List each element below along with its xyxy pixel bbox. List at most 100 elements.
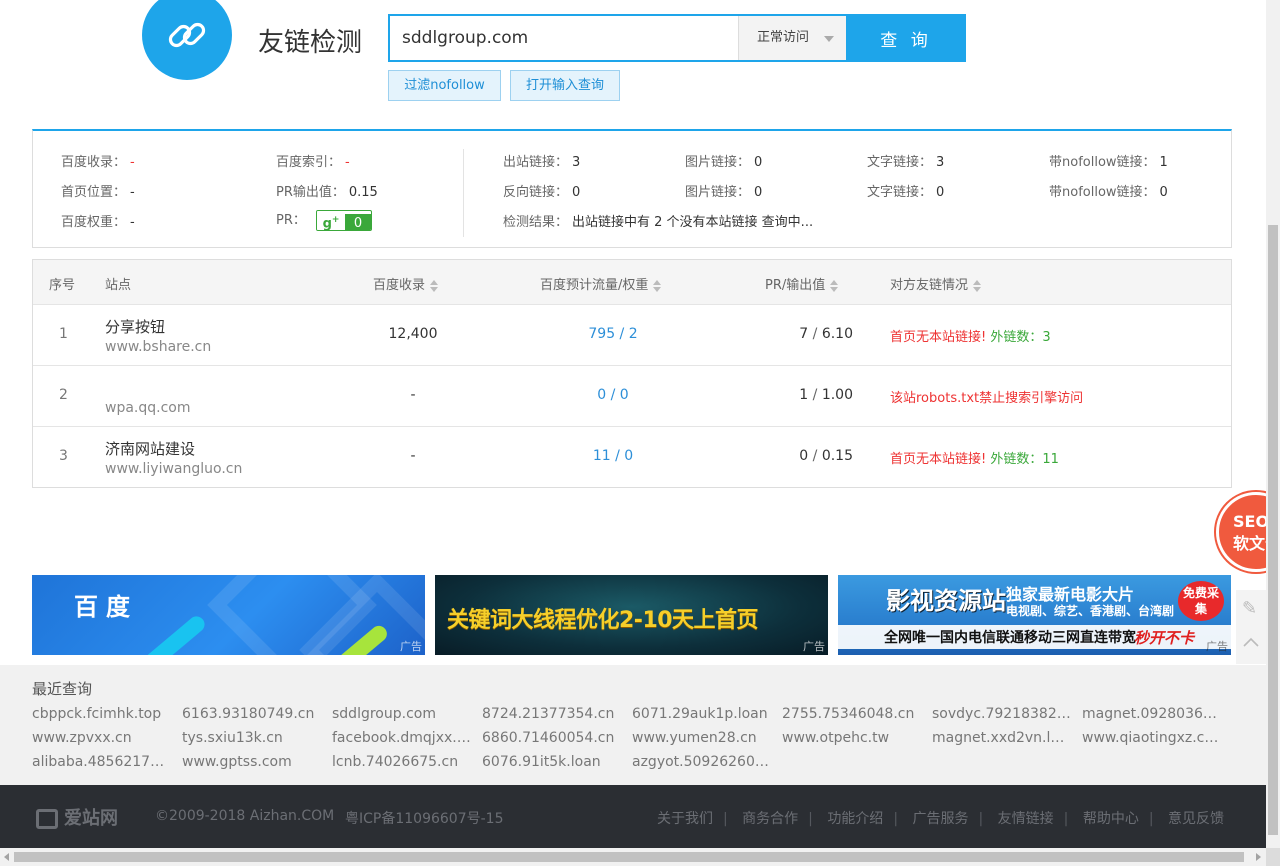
col-pr-output[interactable]: PR/输出值: [765, 274, 839, 293]
recent-query-link[interactable]: facebook.dmqjxx.l...: [332, 730, 472, 746]
recent-query-link[interactable]: magnet.xxd2vn.loan: [932, 730, 1072, 746]
site-domain[interactable]: www.bshare.cn: [105, 339, 211, 355]
baidu-index-value: -: [410, 448, 416, 464]
stat-pr-output: PR输出值： 0.15: [276, 185, 378, 200]
recent-query-link[interactable]: sddlgroup.com: [332, 706, 472, 722]
recent-query-link[interactable]: tys.sxiu13k.cn: [182, 730, 322, 746]
col-site: 站点: [105, 278, 132, 293]
pr-output-value: 1 / 1.00: [799, 387, 853, 403]
footer-logo-icon: [36, 809, 58, 829]
site-domain[interactable]: wpa.qq.com: [105, 400, 191, 416]
col-partner-status[interactable]: 对方友链情况: [890, 274, 982, 293]
ad-free-badge: 免费采集: [1178, 581, 1224, 621]
ad-banner-video[interactable]: 影视资源站 独家最新电影大片 电视剧、综艺、香港剧、台湾剧 免费采集 全网唯一国…: [838, 575, 1231, 655]
stat-out-links: 出站链接： 3: [503, 155, 581, 170]
ad-banner-baidu[interactable]: 百度 广告: [32, 575, 425, 655]
page-title: 友链检测: [258, 28, 363, 58]
side-toolbar: ✎: [1236, 590, 1266, 664]
recent-query-link[interactable]: 6860.71460054.cn: [482, 730, 622, 746]
recent-query-link[interactable]: 8724.21377354.cn: [482, 706, 622, 722]
traffic-weight-link[interactable]: 0 / 0: [533, 387, 693, 403]
pencil-icon[interactable]: ✎: [1242, 598, 1257, 619]
footer-link-ads[interactable]: 广告服务: [912, 811, 968, 827]
site-name[interactable]: 济南网站建设: [105, 438, 195, 459]
ad-text: 百度: [74, 593, 138, 621]
footer-icp[interactable]: 粤ICP备11096607号-15: [345, 808, 503, 828]
ad-banner-keyword[interactable]: 关键词大线程优化2-10天上首页 广告: [435, 575, 828, 655]
ad-text: 电视剧、综艺、香港剧、台湾剧: [1006, 604, 1175, 618]
site-name[interactable]: 分享按钮: [105, 316, 165, 337]
footer-copyright: ©2009-2018 Aizhan.COM: [155, 808, 335, 824]
recent-query-link[interactable]: www.gptss.com: [182, 754, 322, 770]
stat-text-links: 文字链接： 3: [867, 155, 945, 170]
recent-query-link[interactable]: lcnb.74026675.cn: [332, 754, 472, 770]
recent-query-link[interactable]: sovdyc.79218382.cn: [932, 706, 1072, 722]
recent-query-link[interactable]: alibaba.48562172.c...: [32, 754, 172, 770]
stat-back-links: 反向链接： 0: [503, 185, 581, 200]
table-row: 2 wpa.qq.com - 0 / 0 1 / 1.00 该站robots.t…: [33, 366, 1231, 427]
col-traffic-weight[interactable]: 百度预计流量/权重: [540, 274, 662, 293]
footer-link-features[interactable]: 功能介绍: [827, 811, 883, 827]
search-input[interactable]: [390, 16, 738, 60]
partner-status: 首页无本站链接! 外链数：11: [890, 452, 1059, 467]
ad-text: 全网唯一国内电信联通移动三网直连带宽: [884, 630, 1136, 646]
stat-baidu-weight: 百度权重： -: [61, 215, 135, 230]
row-index: 3: [59, 448, 68, 464]
recent-query-link[interactable]: 6163.93180749.cn: [182, 706, 322, 722]
recent-query-link[interactable]: www.zpvxx.cn: [32, 730, 172, 746]
recent-query-link[interactable]: 2755.75346048.cn: [782, 706, 922, 722]
google-plus-icon: g+: [317, 211, 346, 230]
sort-icon: [973, 279, 982, 293]
ad-text: 影视资源站: [886, 587, 1006, 615]
traffic-weight-link[interactable]: 795 / 2: [533, 326, 693, 342]
stat-pr: PR： g+ 0: [276, 209, 373, 231]
recent-query-link[interactable]: azgyot.50926260.cn: [632, 754, 772, 770]
footer-link-help[interactable]: 帮助中心: [1083, 811, 1139, 827]
row-index: 1: [59, 326, 68, 342]
baidu-index-value: -: [410, 387, 416, 403]
footer-link-friends[interactable]: 友情链接: [998, 811, 1054, 827]
horizontal-scrollbar[interactable]: [0, 848, 1266, 866]
filter-nofollow-button[interactable]: 过滤nofollow: [388, 70, 501, 101]
scroll-right-icon[interactable]: [1256, 853, 1261, 861]
access-mode-label: 正常访问: [757, 30, 810, 45]
recent-query-link[interactable]: 6071.29auk1p.loan: [632, 706, 772, 722]
query-button[interactable]: 查 询: [846, 14, 966, 62]
stat-nofollow-links-2: 带nofollow链接： 0: [1049, 185, 1168, 200]
baidu-index-value: 12,400: [388, 326, 438, 342]
footer-logo[interactable]: 爱站网: [36, 804, 118, 830]
site-domain[interactable]: www.liyiwangluo.cn: [105, 461, 242, 477]
footer-link-business[interactable]: 商务合作: [742, 811, 798, 827]
vertical-scrollbar[interactable]: [1266, 0, 1280, 848]
partner-status: 该站robots.txt禁止搜索引擎访问: [890, 391, 1084, 406]
table-row: 1 分享按钮 www.bshare.cn 12,400 795 / 2 7 / …: [33, 305, 1231, 366]
stat-baidu-search: 百度索引： -: [276, 155, 350, 170]
table-row: 3 济南网站建设 www.liyiwangluo.cn - 11 / 0 0 /…: [33, 427, 1231, 488]
stat-nofollow-links: 带nofollow链接： 1: [1049, 155, 1168, 170]
horizontal-scroll-thumb[interactable]: [14, 852, 1244, 862]
open-input-query-button[interactable]: 打开输入查询: [510, 70, 620, 101]
col-baidu-index[interactable]: 百度收录: [373, 274, 439, 293]
sort-icon: [653, 279, 662, 293]
recent-query-link[interactable]: www.yumen28.cn: [632, 730, 772, 746]
ad-tag: 广告: [1206, 640, 1228, 653]
footer-link-about[interactable]: 关于我们: [657, 811, 713, 827]
recent-query-link[interactable]: 6076.91it5k.loan: [482, 754, 622, 770]
stats-divider: [463, 149, 464, 237]
back-to-top-icon[interactable]: [1242, 634, 1260, 652]
chevron-down-icon: [824, 36, 834, 42]
vertical-scroll-thumb[interactable]: [1268, 225, 1278, 835]
ad-tag: 广告: [400, 640, 422, 653]
ad-text: 秒开不卡: [1134, 629, 1195, 647]
recent-query-link[interactable]: magnet.09280361....: [1082, 706, 1222, 722]
recent-query-link[interactable]: cbppck.fcimhk.top: [32, 706, 172, 722]
pr-badge: g+ 0: [316, 210, 373, 231]
traffic-weight-link[interactable]: 11 / 0: [533, 448, 693, 464]
stat-home-position: 首页位置： -: [61, 185, 135, 200]
access-mode-select[interactable]: 正常访问: [738, 16, 848, 60]
recent-query-link[interactable]: www.qiaotingxz.co...: [1082, 730, 1222, 746]
footer-link-feedback[interactable]: 意见反馈: [1168, 811, 1224, 827]
scroll-left-icon[interactable]: [4, 853, 9, 861]
row-index: 2: [59, 387, 68, 403]
recent-query-link[interactable]: www.otpehc.tw: [782, 730, 922, 746]
